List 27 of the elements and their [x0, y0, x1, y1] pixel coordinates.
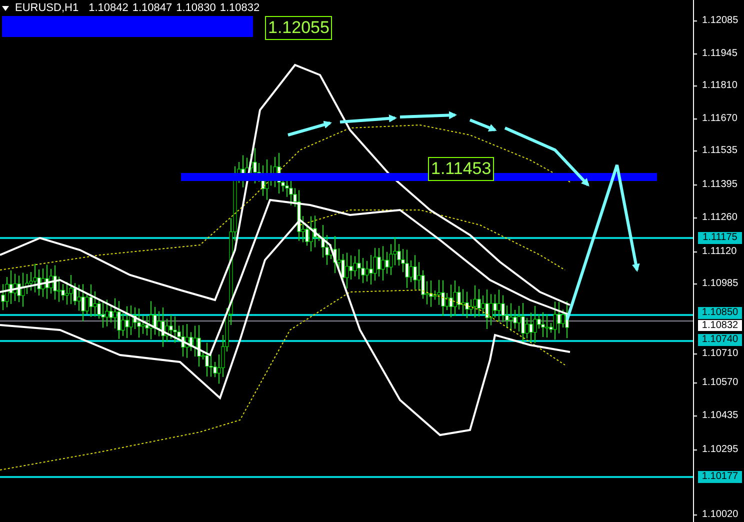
symbol-label: EURUSD,H1	[15, 1, 79, 15]
quote-value: 1.10832	[220, 1, 260, 15]
axis-label: 1.11945	[702, 48, 738, 60]
price-tag: 1.10740	[698, 334, 742, 346]
axis-label: 1.10295	[702, 444, 738, 456]
axis-label: 1.10710	[702, 348, 738, 360]
price-tag: 1.10177	[698, 471, 742, 483]
axis-label: 1.10985	[702, 278, 738, 290]
quote-value: 1.10842	[88, 1, 128, 15]
axis-label: 1.11260	[702, 212, 738, 224]
axis-label: 1.10570	[702, 377, 738, 389]
dropdown-triangle-icon	[2, 6, 9, 10]
quote-value: 1.10847	[132, 1, 172, 15]
current-price-tag: 1.10832	[698, 320, 742, 331]
price-tag: 1.10850	[698, 307, 742, 319]
level-label: 1.11453	[428, 157, 494, 181]
level-label: 1.12055	[265, 16, 332, 40]
quote-value: 1.10830	[176, 1, 216, 15]
axis-label: 1.11810	[702, 80, 738, 92]
axis-label: 1.11120	[702, 246, 737, 258]
axis-label: 1.11535	[702, 145, 738, 157]
axis-label: 1.11670	[702, 113, 738, 125]
axis-label: 1.12085	[702, 15, 738, 27]
price-tag: 1.11175	[698, 232, 742, 244]
axis-label: 1.11395	[702, 179, 738, 191]
axis-label: 1.10435	[702, 410, 738, 422]
axis-label: 1.10020	[702, 509, 738, 521]
